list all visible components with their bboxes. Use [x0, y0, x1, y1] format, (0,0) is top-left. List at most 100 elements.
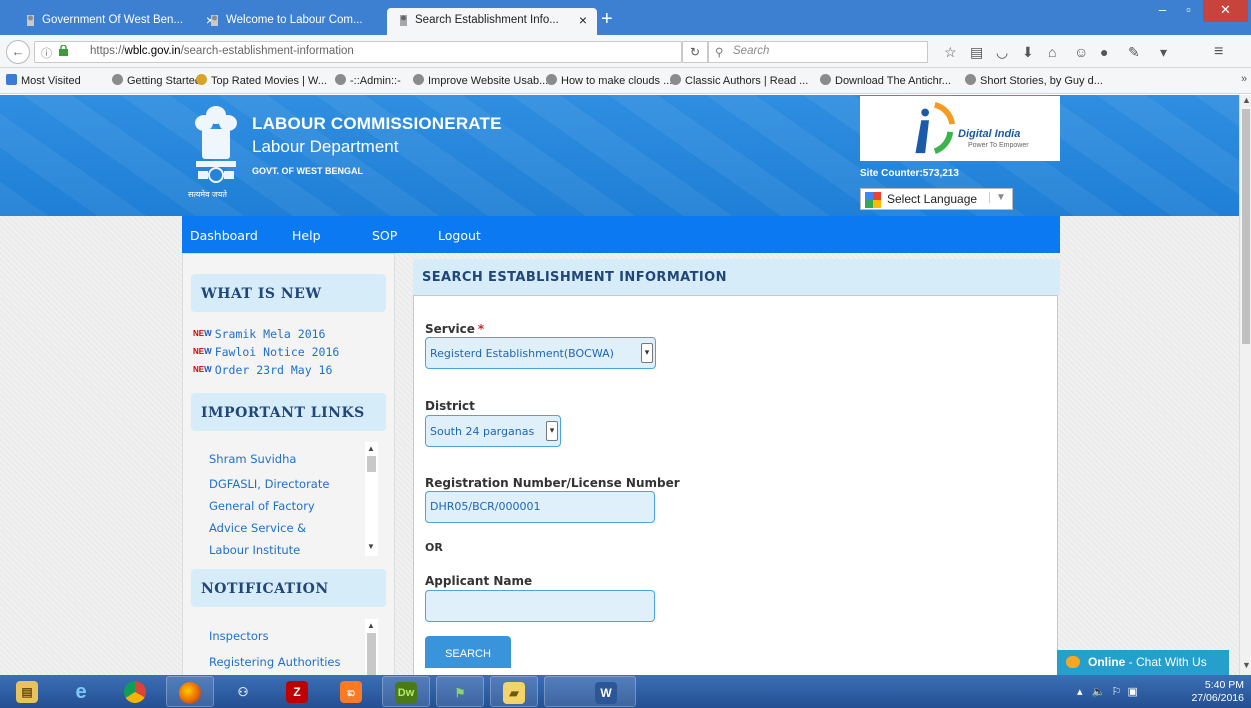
- registration-number-input[interactable]: DHR05/BCR/000001: [425, 491, 655, 523]
- district-select[interactable]: South 24 parganas ▾: [425, 415, 561, 447]
- important-links-scrollbar[interactable]: ▲ ▼: [365, 442, 378, 556]
- system-clock[interactable]: 5:40 PM 27/06/2016: [1190, 679, 1244, 705]
- search-form-panel: Service * Registerd Establishment(BOCWA) …: [413, 295, 1058, 675]
- link-registering-authorities[interactable]: Registering Authorities: [209, 655, 340, 669]
- link-general-of-factory[interactable]: General of Factory: [209, 499, 315, 513]
- link-inspectors[interactable]: Inspectors: [209, 629, 269, 643]
- scroll-up-icon[interactable]: ▲: [367, 444, 375, 453]
- pocket-icon[interactable]: ◡: [996, 45, 1008, 59]
- lock-icon[interactable]: [59, 45, 68, 56]
- emoji-icon[interactable]: ☺: [1074, 45, 1088, 59]
- tab-welcome-labour[interactable]: Welcome to Labour Com... ×: [198, 8, 408, 35]
- scroll-up-icon[interactable]: ▲: [367, 621, 375, 630]
- new-tab-button[interactable]: +: [601, 9, 613, 29]
- reading-list-icon[interactable]: ▤: [970, 45, 983, 59]
- chrome-taskbar-button[interactable]: [112, 676, 160, 707]
- bookmark-label: How to make clouds ...: [561, 75, 673, 87]
- dreamweaver-taskbar-button[interactable]: Dw: [382, 676, 430, 707]
- chevron-right-icon[interactable]: »: [1241, 73, 1247, 85]
- live-chat-widget[interactable]: Online - Chat With Us: [1057, 650, 1229, 675]
- reload-icon[interactable]: ↻: [682, 41, 708, 63]
- link-dgfasli[interactable]: DGFASLI, Directorate: [209, 477, 329, 491]
- scroll-down-icon[interactable]: ▼: [367, 542, 375, 551]
- applicant-name-label: Applicant Name: [425, 574, 533, 588]
- word-taskbar-button[interactable]: W: [544, 676, 636, 707]
- notification-scrollbar[interactable]: ▲: [365, 619, 378, 675]
- news-item[interactable]: NEW Fawloi Notice 2016: [193, 345, 339, 359]
- search-input[interactable]: ⚲ Search: [708, 41, 928, 63]
- bookmark-improve-website[interactable]: Improve Website Usab...: [413, 74, 548, 87]
- bookmark-short-stories[interactable]: Short Stories, by Guy d...: [965, 74, 1103, 87]
- download-icon[interactable]: ⬇: [1022, 45, 1034, 59]
- link-advice-service[interactable]: Advice Service &: [209, 521, 306, 535]
- bookmark-classic-authors[interactable]: Classic Authors | Read ...: [670, 74, 808, 87]
- back-arrow-icon[interactable]: ←: [6, 40, 30, 64]
- bookmark-label: Classic Authors | Read ...: [685, 75, 809, 87]
- bookmark-admin[interactable]: -::Admin::-: [335, 74, 401, 87]
- nav-sop[interactable]: SOP: [372, 228, 397, 243]
- tab-title: Welcome to Labour Com...: [226, 14, 363, 26]
- tab-government-of-west-bengal[interactable]: Government Of West Ben... ×: [14, 8, 224, 35]
- bookmark-antichrist[interactable]: Download The Antichr...: [820, 74, 951, 87]
- scroll-thumb[interactable]: [367, 633, 376, 675]
- site-header: सत्यमेव जयते LABOUR COMMISSIONERATE Labo…: [0, 95, 1239, 216]
- minimize-icon[interactable]: –: [1150, 0, 1175, 22]
- nav-logout[interactable]: Logout: [438, 228, 481, 243]
- search-button[interactable]: SEARCH: [425, 636, 511, 668]
- bookmark-most-visited[interactable]: Most Visited: [6, 74, 81, 87]
- page-viewport: सत्यमेव जयते LABOUR COMMISSIONERATE Labo…: [0, 95, 1239, 675]
- info-icon[interactable]: ⓘ: [41, 45, 52, 61]
- site-navigation: Dashboard Help SOP Logout: [182, 216, 1060, 253]
- language-select[interactable]: Select Language ▼: [860, 188, 1013, 210]
- volume-icon[interactable]: 🔈: [1092, 686, 1106, 698]
- page-scrollbar[interactable]: ▲ ▼: [1239, 95, 1251, 675]
- bookmark-label: Getting Started: [127, 75, 201, 87]
- system-tray[interactable]: ▴ 🔈 ⚐ ▣: [1077, 685, 1138, 698]
- bookmark-top-rated-movies[interactable]: Top Rated Movies | W...: [196, 74, 327, 87]
- file-explorer-taskbar-button[interactable]: ▤: [4, 676, 52, 707]
- link-labour-institute[interactable]: Labour Institute: [209, 543, 300, 557]
- bookmark-getting-started[interactable]: Getting Started: [112, 74, 201, 87]
- network-tool-taskbar-button[interactable]: ⚑: [436, 676, 484, 707]
- folder-icon: ▰: [503, 682, 525, 704]
- filezilla-taskbar-button[interactable]: Z: [274, 676, 322, 707]
- scroll-down-icon[interactable]: ▼: [1242, 660, 1251, 670]
- bookmark-star-icon[interactable]: ☆: [944, 45, 957, 59]
- home-icon[interactable]: ⌂: [1048, 45, 1056, 59]
- news-item[interactable]: NEW Sramik Mela 2016: [193, 327, 325, 341]
- chevron-up-icon[interactable]: ▴: [1077, 686, 1083, 698]
- registration-number-label: Registration Number/License Number: [425, 476, 680, 490]
- service-select[interactable]: Registerd Establishment(BOCWA) ▾: [425, 337, 656, 369]
- bookmark-clouds[interactable]: How to make clouds ...: [546, 74, 672, 87]
- chrome-icon: [124, 681, 146, 703]
- pgadmin-taskbar-button[interactable]: ⚇: [220, 676, 268, 707]
- nav-help[interactable]: Help: [292, 228, 321, 243]
- filezilla-icon: Z: [286, 681, 308, 703]
- extension-icon[interactable]: ●: [1100, 45, 1108, 59]
- maximize-icon[interactable]: ▫: [1176, 0, 1201, 22]
- important-links-list: Shram Suvidha DGFASLI, Directorate Gener…: [191, 442, 386, 560]
- flag-icon[interactable]: ⚐: [1112, 686, 1122, 698]
- bookmark-label: -::Admin::-: [350, 75, 401, 87]
- folder-taskbar-button[interactable]: ▰: [490, 676, 538, 707]
- close-window-icon[interactable]: ✕: [1203, 0, 1248, 22]
- applicant-name-input[interactable]: [425, 590, 655, 622]
- addon-icon[interactable]: ✎: [1128, 45, 1140, 59]
- scroll-up-icon[interactable]: ▲: [1242, 95, 1251, 105]
- digital-india-logo[interactable]: Digital India Power To Empower: [860, 96, 1060, 161]
- menu-icon[interactable]: ≡: [1214, 44, 1223, 60]
- close-tab-icon[interactable]: ×: [579, 12, 587, 28]
- network-status-icon[interactable]: ▣: [1128, 686, 1138, 698]
- firefox-taskbar-button[interactable]: [166, 676, 214, 707]
- nav-dashboard[interactable]: Dashboard: [190, 228, 258, 243]
- address-bar[interactable]: ⓘ https://wblc.gov.in/search-establishme…: [34, 41, 682, 63]
- scroll-thumb[interactable]: [1242, 109, 1250, 344]
- xampp-taskbar-button[interactable]: ಐ: [328, 676, 376, 707]
- tab-search-establishment[interactable]: Search Establishment Info... ×: [387, 8, 597, 35]
- chevron-down-icon[interactable]: ▾: [1160, 45, 1167, 59]
- link-shram-suvidha[interactable]: Shram Suvidha: [209, 452, 296, 466]
- search-placeholder: Search: [733, 45, 770, 57]
- news-item[interactable]: NEW Order 23rd May 16: [193, 363, 332, 377]
- scroll-thumb[interactable]: [367, 456, 376, 472]
- internet-explorer-taskbar-button[interactable]: e: [58, 676, 106, 707]
